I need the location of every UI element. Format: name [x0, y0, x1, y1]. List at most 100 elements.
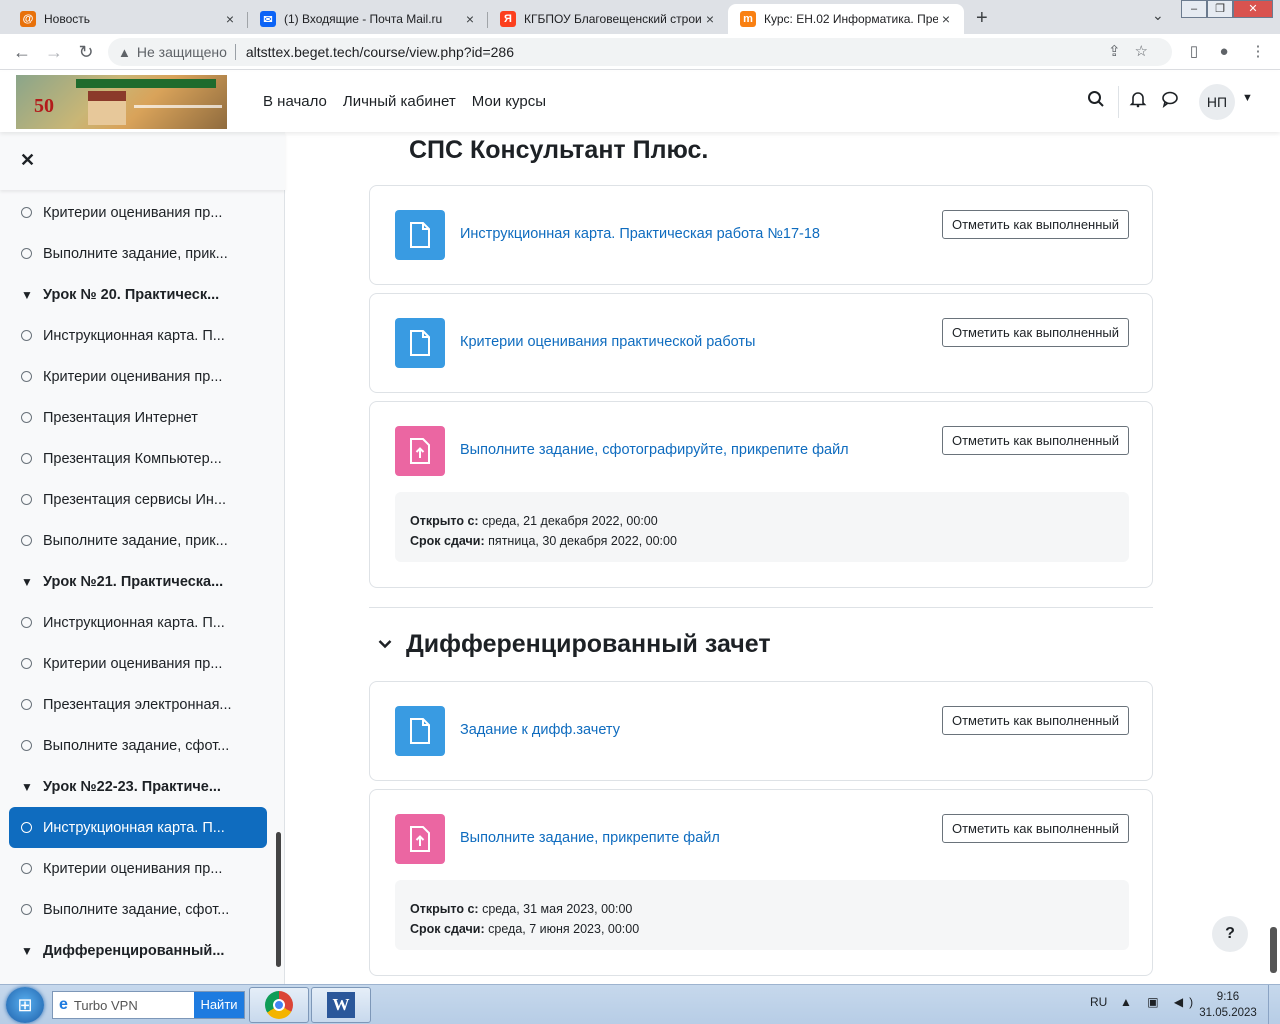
close-drawer-icon[interactable]: ✕	[20, 150, 35, 171]
assignment-upload-icon[interactable]	[395, 814, 445, 864]
activity-link[interactable]: Выполните задание, прикрепите файл	[460, 830, 720, 846]
course-index-item[interactable]: Критерии оценивания пр...	[9, 643, 267, 684]
user-avatar[interactable]: НП	[1199, 84, 1235, 120]
help-button[interactable]: ?	[1212, 916, 1248, 952]
minimize-window-icon[interactable]: –	[1181, 0, 1207, 18]
browser-tab-4-active[interactable]: m Курс: ЕН.02 Информатика. Прее ×	[728, 4, 964, 34]
chevron-down-icon[interactable]	[378, 636, 392, 654]
side-panel-icon[interactable]: ▯	[1182, 40, 1206, 64]
warning-triangle-icon[interactable]: ▲	[118, 45, 131, 60]
course-index-section[interactable]: ▼ Дифференцированный...	[9, 930, 267, 971]
drawer-scrollbar[interactable]	[276, 832, 281, 967]
tray-arrow-network-volume-icon[interactable]: ▲ ▣ ◀)	[1120, 995, 1199, 1009]
file-resource-icon[interactable]	[395, 318, 445, 368]
reload-icon[interactable]: ↻	[74, 40, 98, 64]
course-index-item[interactable]: Выполните задание, прик...	[9, 233, 267, 274]
notifications-bell-icon[interactable]	[1129, 90, 1147, 113]
mark-done-button[interactable]: Отметить как выполненный	[942, 318, 1129, 347]
search-icon[interactable]	[1087, 90, 1105, 113]
file-resource-icon[interactable]	[395, 210, 445, 260]
course-index-item-active[interactable]: Инструкционная карта. П...	[9, 807, 267, 848]
course-index-item[interactable]: Критерии оценивания пр...	[9, 848, 267, 889]
course-index-item[interactable]: Презентация Компьютер...	[9, 438, 267, 479]
start-windows-icon[interactable]: ⊞	[6, 987, 44, 1023]
taskbar-word-button[interactable]: W	[311, 987, 371, 1023]
nav-my-courses[interactable]: Мои курсы	[472, 93, 546, 110]
nav-dashboard[interactable]: Личный кабинет	[343, 93, 456, 110]
page-scrollbar[interactable]	[1270, 927, 1277, 973]
tab-close-icon[interactable]: ×	[222, 11, 238, 27]
course-index-item[interactable]: Инструкционная карта. П...	[9, 602, 267, 643]
mark-done-button[interactable]: Отметить как выполненный	[942, 706, 1129, 735]
course-index-section[interactable]: ▼ Урок № 20. Практическ...	[9, 274, 267, 315]
restore-window-icon[interactable]: ❐	[1207, 0, 1233, 18]
show-desktop-button[interactable]	[1268, 985, 1280, 1024]
taskbar-search-button[interactable]: Найти	[194, 992, 244, 1018]
browser-tab-3[interactable]: Я КГБПОУ Благовещенский строи ×	[488, 4, 728, 34]
circle-icon	[21, 535, 32, 546]
course-index-section[interactable]: ▼ Урок №22-23. Практиче...	[9, 766, 267, 807]
activity-link[interactable]: Критерии оценивания практической работы	[460, 334, 755, 350]
taskbar-chrome-button[interactable]	[249, 987, 309, 1023]
user-menu-chevron-down-icon[interactable]: ▼	[1242, 92, 1253, 104]
close-window-icon[interactable]: ✕	[1233, 0, 1273, 18]
section-header: Дифференцированный зачет	[378, 630, 771, 659]
address-bar[interactable]: ▲ Не защищено altsttex.beget.tech/course…	[108, 38, 1172, 66]
browser-tab-2[interactable]: ✉ (1) Входящие - Почта Mail.ru ×	[248, 4, 488, 34]
item-label: Критерии оценивания пр...	[43, 860, 223, 877]
course-index-item[interactable]: Инструкционная карта. П...	[9, 315, 267, 356]
taskbar-search-box[interactable]: e Turbo VPN Найти	[52, 991, 245, 1019]
course-index-item[interactable]: Презентация сервисы Ин...	[9, 479, 267, 520]
tab-close-icon[interactable]: ×	[462, 11, 478, 27]
course-index-item[interactable]: Выполните задание, сфот...	[9, 725, 267, 766]
due-label: Срок сдачи:	[410, 534, 485, 548]
chevron-down-icon[interactable]: ▼	[21, 780, 33, 794]
browser-tab-1[interactable]: @ Новость ×	[8, 4, 248, 34]
new-tab-button[interactable]: +	[976, 7, 988, 30]
back-arrow-icon[interactable]: ←	[10, 40, 34, 64]
mark-done-button[interactable]: Отметить как выполненный	[942, 210, 1129, 239]
opened-label: Открыто с:	[410, 902, 479, 916]
college-logo[interactable]: 50	[16, 75, 227, 129]
messages-chat-icon[interactable]	[1161, 90, 1179, 113]
course-index-section[interactable]: ▼ Урок №21. Практическа...	[9, 561, 267, 602]
section-title: Дифференцированный зачет	[406, 630, 771, 658]
opened-date: среда, 21 декабря 2022, 00:00	[482, 514, 658, 528]
activity-link[interactable]: Выполните задание, сфотографируйте, прик…	[460, 442, 849, 458]
item-label: Критерии оценивания пр...	[43, 368, 223, 385]
activity-link[interactable]: Инструкционная карта. Практическая работ…	[460, 226, 820, 242]
share-and-bookmark-star-icon[interactable]: ⇪☆	[1108, 42, 1162, 60]
chevron-down-icon[interactable]: ▼	[21, 944, 33, 958]
taskbar-search-text[interactable]: Turbo VPN	[74, 998, 138, 1013]
nav-home[interactable]: В начало	[263, 93, 327, 110]
profile-icon[interactable]: ●	[1212, 40, 1236, 64]
activity-link[interactable]: Задание к дифф.зачету	[460, 722, 620, 738]
browser-menu-icon[interactable]: ⋮	[1246, 40, 1270, 64]
chevron-down-icon[interactable]: ▼	[21, 288, 33, 302]
forward-arrow-icon[interactable]: →	[42, 40, 66, 64]
mark-done-button[interactable]: Отметить как выполненный	[942, 426, 1129, 455]
chevron-down-icon[interactable]: ▼	[21, 575, 33, 589]
circle-icon	[21, 740, 32, 751]
mark-done-button[interactable]: Отметить как выполненный	[942, 814, 1129, 843]
course-content: СПС Консультант Плюс. Инструкционная кар…	[286, 132, 1280, 984]
language-indicator[interactable]: RU	[1090, 995, 1107, 1009]
course-index-item[interactable]: Презентация электронная...	[9, 684, 267, 725]
file-resource-icon[interactable]	[395, 706, 445, 756]
activity-dates: Открыто с: среда, 31 мая 2023, 00:00 Сро…	[395, 880, 1129, 950]
item-label: Презентация Компьютер...	[43, 450, 222, 467]
assignment-upload-icon[interactable]	[395, 426, 445, 476]
course-index-item[interactable]: Выполните задание, прик...	[9, 520, 267, 561]
tab-close-icon[interactable]: ×	[938, 11, 954, 27]
course-index-item[interactable]: Выполните задание, сфот...	[9, 889, 267, 930]
tab-close-icon[interactable]: ×	[702, 11, 718, 27]
circle-icon	[21, 658, 32, 669]
not-secure-label[interactable]: Не защищено	[137, 44, 227, 60]
item-label: Презентация Интернет	[43, 409, 198, 426]
taskbar-clock[interactable]: 9:16 31.05.2023	[1196, 989, 1260, 1021]
course-index-item[interactable]: Презентация Интернет	[9, 397, 267, 438]
tab-search-chevron-icon[interactable]: ⌄	[1152, 7, 1164, 24]
url-text[interactable]: altsttex.beget.tech/course/view.php?id=2…	[246, 44, 514, 60]
course-index-item[interactable]: Критерии оценивания пр...	[9, 356, 267, 397]
course-index-item[interactable]: Критерии оценивания пр...	[9, 192, 267, 233]
